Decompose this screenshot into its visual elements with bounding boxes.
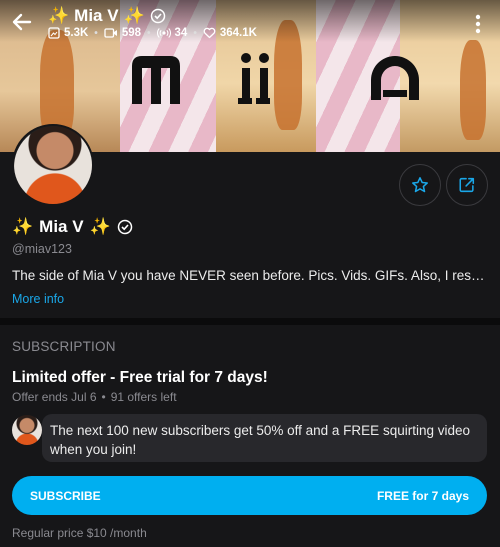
profile-name: ✨ Mia V ✨ [12, 217, 133, 237]
subscribe-price: FREE for 7 days [376, 488, 469, 503]
share-icon [459, 177, 475, 193]
subscribe-button[interactable]: SUBSCRIBE FREE for 7 days [12, 476, 487, 515]
header-name: Mia V [74, 6, 119, 25]
share-button[interactable] [446, 164, 488, 206]
heart-icon [203, 27, 216, 39]
streams-stat: 34 [156, 27, 187, 39]
sparkle-icon: ✨ [48, 6, 70, 25]
star-icon [412, 177, 428, 193]
message-avatar [12, 415, 42, 445]
profile-bio: The side of Mia V you have NEVER seen be… [12, 268, 490, 283]
offers-left: 91 offers left [110, 390, 177, 404]
broadcast-icon [156, 28, 171, 38]
profile-page: ✨ Mia V ✨ 5.3K • 598 • 34 • 364.1K ✨ Mia… [0, 0, 500, 547]
promo-message: The next 100 new subscribers get 50% off… [42, 414, 487, 462]
image-icon [48, 27, 60, 39]
more-info-link[interactable]: More info [12, 292, 64, 306]
header-stats: 5.3K • 598 • 34 • 364.1K [48, 27, 257, 39]
sparkle-icon: ✨ [12, 217, 34, 236]
profile-avatar[interactable] [12, 124, 94, 206]
offer-title: Limited offer - Free trial for 7 days! [12, 369, 268, 386]
regular-price: Regular price $10 /month [12, 526, 147, 540]
verified-icon [117, 219, 132, 235]
top-bar: ✨ Mia V ✨ 5.3K • 598 • 34 • 364.1K [0, 0, 500, 48]
subscribe-label: SUBSCRIBE [30, 488, 101, 503]
videos-stat: 598 [104, 27, 141, 39]
sparkle-icon: ✨ [89, 217, 111, 236]
offer-ends: Offer ends Jul 6 [12, 390, 97, 404]
likes-stat: 364.1K [203, 27, 257, 39]
offer-meta: Offer ends Jul 6 • 91 offers left [12, 390, 177, 404]
favorite-button[interactable] [399, 164, 441, 206]
back-arrow-icon[interactable] [10, 10, 34, 34]
photos-stat: 5.3K [48, 27, 88, 39]
section-divider [0, 318, 500, 325]
subscription-section-label: SUBSCRIPTION [12, 339, 116, 354]
video-icon [104, 28, 117, 38]
profile-username: @miav123 [12, 242, 72, 256]
sparkle-icon: ✨ [123, 6, 145, 25]
kebab-menu-icon[interactable] [468, 12, 488, 36]
verified-icon [150, 8, 165, 24]
header-title: ✨ Mia V ✨ [48, 6, 166, 26]
